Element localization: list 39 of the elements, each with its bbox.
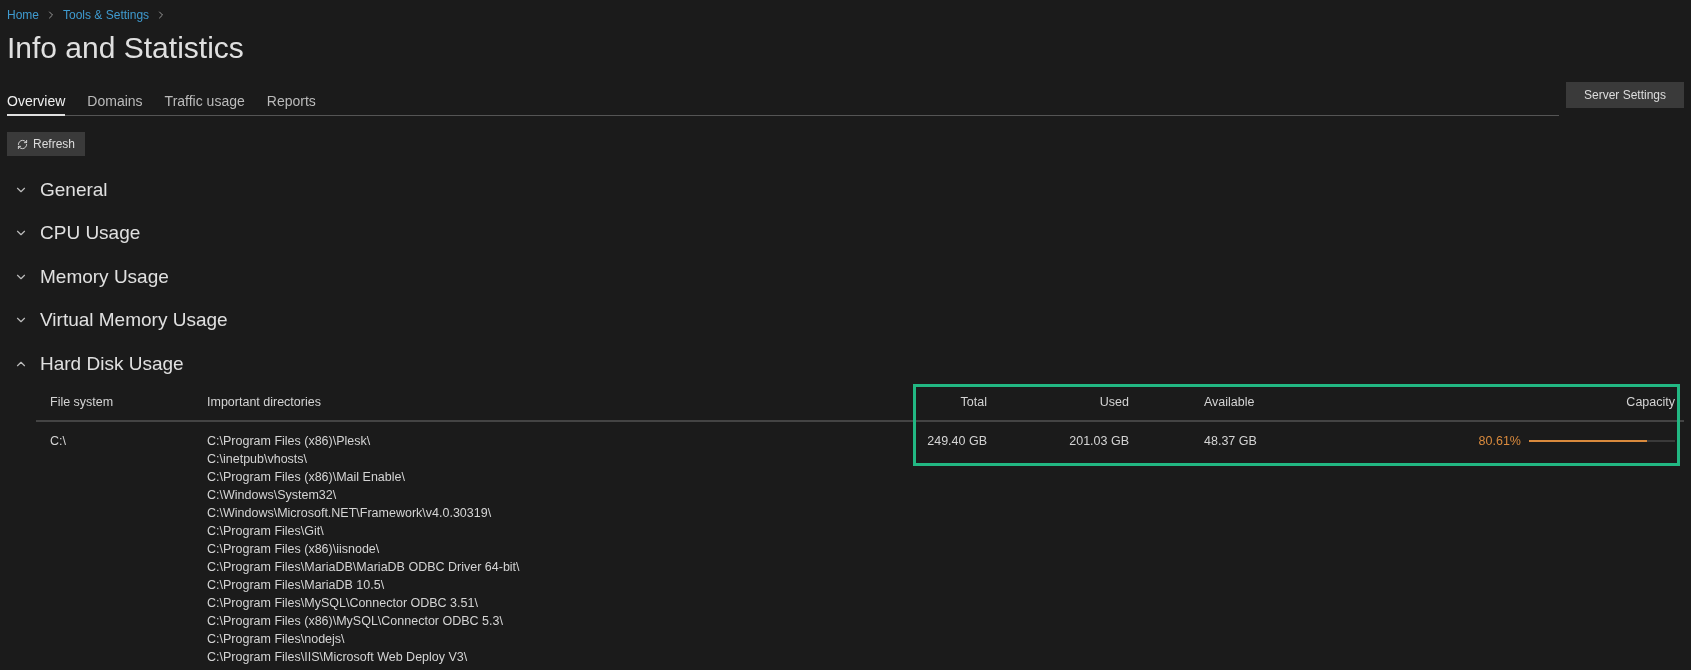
table-cell-text: 249.40 GB — [926, 432, 988, 450]
table-cell-text: 48.37 GB — [1203, 432, 1258, 450]
directory-path: C:\Program Files (x86)\Plesk\ — [207, 432, 372, 450]
tab[interactable]: Overview — [7, 91, 66, 116]
directory-path: C:\inetpub\vhosts\ — [207, 450, 309, 468]
column-header: Important directories — [206, 394, 322, 412]
directory-path: C:\Program Files\MySQL\Connector ODBC 3.51\ — [207, 594, 479, 612]
column-header: Used — [1098, 394, 1130, 412]
server-settings-button[interactable]: Server Settings — [1565, 82, 1684, 108]
directory-path: C:\Program Files\IIS\Microsoft Web Deploy V3\ — [207, 648, 469, 666]
table-cell-text: 201.03 GB — [1068, 432, 1130, 450]
section-title[interactable]: Memory Usage — [40, 262, 169, 291]
section-title[interactable]: Virtual Memory Usage — [40, 306, 228, 335]
column-header: Total — [959, 394, 988, 412]
directory-path: C:\Program Files\nodejs\ — [207, 630, 346, 648]
column-header: Capacity — [1625, 394, 1676, 412]
section-title[interactable]: General — [40, 175, 108, 204]
capacity-percent: 80.61% — [1478, 432, 1521, 450]
column-header: Available — [1203, 394, 1256, 412]
directory-path: C:\Program Files\MariaDB\MariaDB ODBC Driver 64-bit\ — [207, 558, 521, 576]
directory-path: C:\Program Files (x86)\Mail Enable\ — [207, 468, 406, 486]
table-cell-text: C:\ — [49, 432, 67, 450]
refresh-button[interactable]: Refresh — [7, 132, 86, 156]
tab[interactable]: Reports — [266, 91, 316, 116]
directory-path: C:\Program Files (x86)\MySQL\Connector ODBC 5.3\ — [207, 612, 504, 630]
tab[interactable]: Domains — [87, 91, 143, 116]
breadcrumb-link[interactable]: Tools & Settings — [63, 6, 150, 24]
section-title[interactable]: Hard Disk Usage — [40, 349, 184, 378]
directory-path: C:\Program Files (x86)\iisnode\ — [207, 540, 381, 558]
directory-path: C:\Windows\System32\ — [207, 486, 338, 504]
directory-path: C:\Windows\Microsoft.NET\Framework\v4.0.30319\ — [207, 504, 493, 522]
refresh-icon — [17, 138, 28, 150]
column-header: File system — [49, 394, 115, 412]
page-title: Info and Statistics — [7, 30, 245, 66]
breadcrumb-link[interactable]: Home — [7, 6, 39, 24]
section-title[interactable]: CPU Usage — [40, 219, 141, 248]
directory-path: C:\Program Files\MariaDB 10.5\ — [207, 576, 386, 594]
directory-path: C:\Program Files\Git\ — [207, 522, 325, 540]
tab[interactable]: Traffic usage — [164, 91, 245, 116]
